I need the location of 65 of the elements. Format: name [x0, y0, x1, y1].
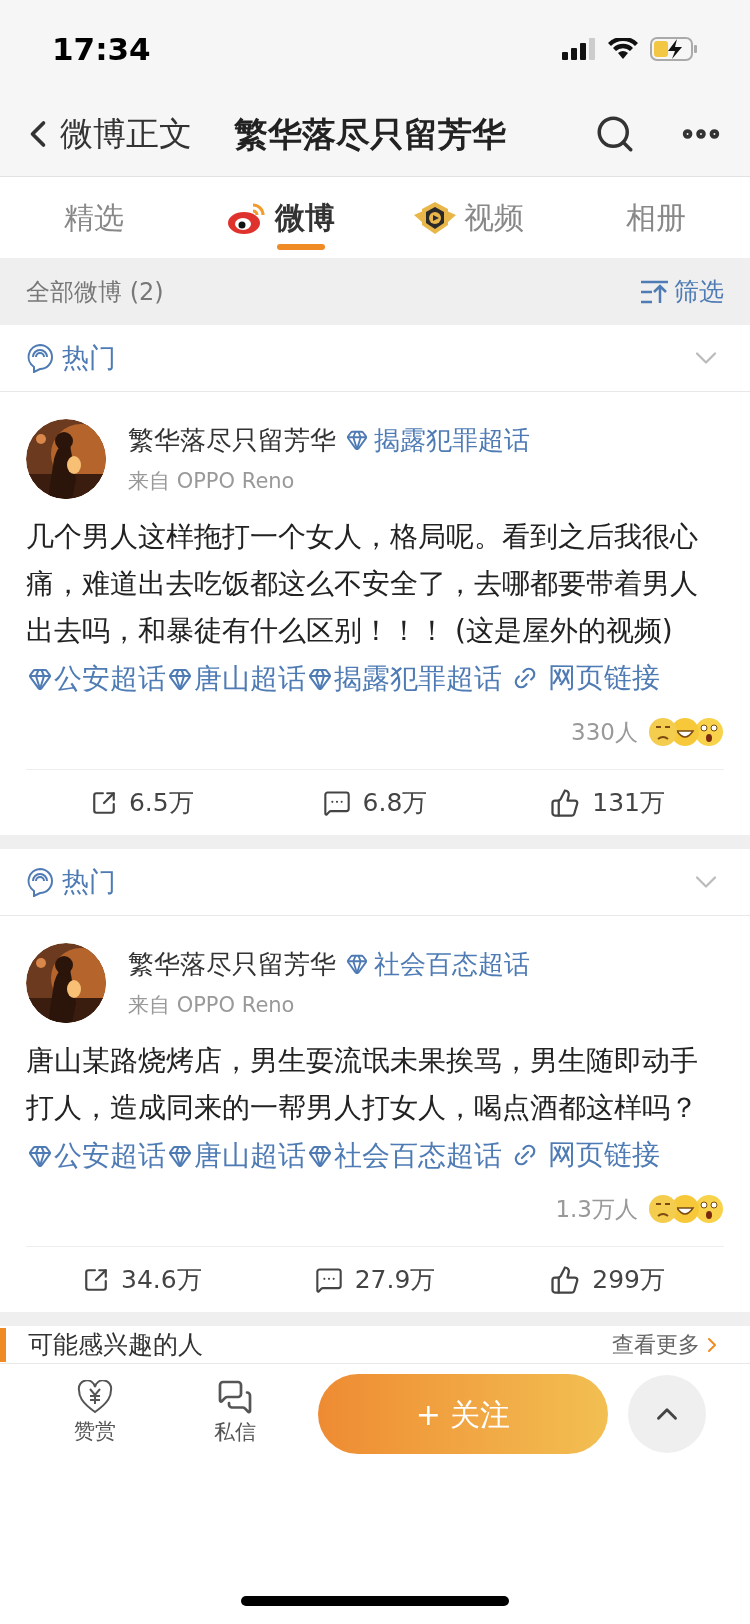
filter-icon	[640, 278, 670, 305]
see-more-link[interactable]: 查看更多	[612, 1328, 724, 1361]
comment-icon	[322, 788, 351, 817]
topic-link[interactable]: 社会百态超话	[346, 944, 530, 984]
diamond-icon	[28, 666, 52, 691]
author-name[interactable]: 繁华落尽只留芳华	[128, 944, 336, 984]
page-title: 繁华落尽只留芳华	[234, 112, 506, 156]
section-accent-bar	[0, 1327, 6, 1362]
topic-link[interactable]: 揭露犯罪超话	[306, 655, 502, 702]
back-button[interactable]: 微博正文	[20, 109, 192, 159]
hot-icon	[26, 867, 54, 897]
like-button[interactable]: 299万	[491, 1260, 724, 1299]
share-icon	[83, 1266, 109, 1293]
battery-charging-icon	[650, 37, 698, 61]
section-title: 可能感兴趣的人	[28, 1328, 203, 1361]
status-time: 17:34	[52, 29, 151, 69]
repost-button[interactable]: 34.6万	[26, 1260, 259, 1299]
diamond-icon	[168, 1143, 192, 1168]
reaction-count: 1.3万人	[555, 1194, 638, 1224]
reward-button[interactable]: 赞赏	[20, 1380, 170, 1448]
post-count-label: 全部微博 (2)	[26, 276, 164, 308]
comment-button[interactable]: 27.9万	[258, 1260, 492, 1299]
diamond-icon	[168, 666, 192, 691]
video-badge-icon	[413, 200, 456, 235]
reaction-count: 330人	[571, 717, 638, 747]
diamond-icon	[308, 666, 332, 691]
reaction-emoji-icon	[648, 716, 724, 747]
author-name[interactable]: 繁华落尽只留芳华	[128, 420, 336, 460]
tab[interactable]: 视频	[375, 177, 563, 258]
diamond-icon	[28, 1143, 52, 1168]
diamond-icon	[346, 953, 368, 976]
post-text: 几个男人这样拖打一个女人，格局呢。看到之后我很心痛，难道出去吃饭都这么不安全了，去哪都要带着男人出去吗，和暴徒有什么区别！！！ (这是屋外的视频) 公安超话 唐山超话 揭露犯罪超话 网页链接	[0, 513, 750, 705]
diamond-icon	[346, 429, 368, 452]
diamond-icon	[308, 1143, 332, 1168]
post-text: 唐山某路烧烤店，男生耍流氓未果挨骂，男生随即动手打人，造成同来的一帮男人打女人，喝点酒都这样吗？ 公安超话 唐山超话 社会百态超话 网页链接	[0, 1037, 750, 1182]
comment-icon	[314, 1265, 343, 1294]
web-link[interactable]: 网页链接	[512, 654, 660, 701]
post-source: 来自 OPPO Reno	[128, 467, 296, 495]
topic-link[interactable]: 唐山超话	[166, 655, 306, 702]
topic-link[interactable]: 揭露犯罪超话	[346, 420, 530, 460]
comment-button[interactable]: 6.8万	[258, 783, 492, 822]
signal-icon	[562, 38, 596, 60]
section-label: 热门	[62, 864, 116, 899]
tab[interactable]: 微博	[187, 177, 375, 258]
topic-link[interactable]: 公安超话	[26, 1132, 166, 1179]
share-icon	[90, 789, 117, 816]
topic-link[interactable]: 社会百态超话	[306, 1132, 502, 1179]
section-label: 热门	[62, 340, 116, 375]
tab[interactable]: 相册	[562, 177, 750, 258]
web-link[interactable]: 网页链接	[512, 1131, 660, 1178]
reaction-emoji-icon	[648, 1193, 724, 1224]
tab[interactable]: 精选	[0, 177, 188, 258]
hot-icon	[26, 343, 54, 373]
chat-icon	[217, 1379, 253, 1416]
wifi-icon	[608, 38, 638, 60]
topic-link[interactable]: 唐山超话	[166, 1132, 306, 1179]
message-button[interactable]: 私信	[170, 1379, 300, 1449]
thumbs-up-icon	[550, 1264, 581, 1295]
topic-link[interactable]: 公安超话	[26, 655, 166, 702]
like-button[interactable]: 131万	[491, 783, 724, 822]
post-source: 来自 OPPO Reno	[128, 991, 296, 1019]
repost-button[interactable]: 6.5万	[26, 783, 259, 822]
filter-button[interactable]: 筛选	[640, 272, 724, 311]
thumbs-up-icon	[550, 787, 581, 818]
heart-yuan-icon	[77, 1380, 113, 1415]
